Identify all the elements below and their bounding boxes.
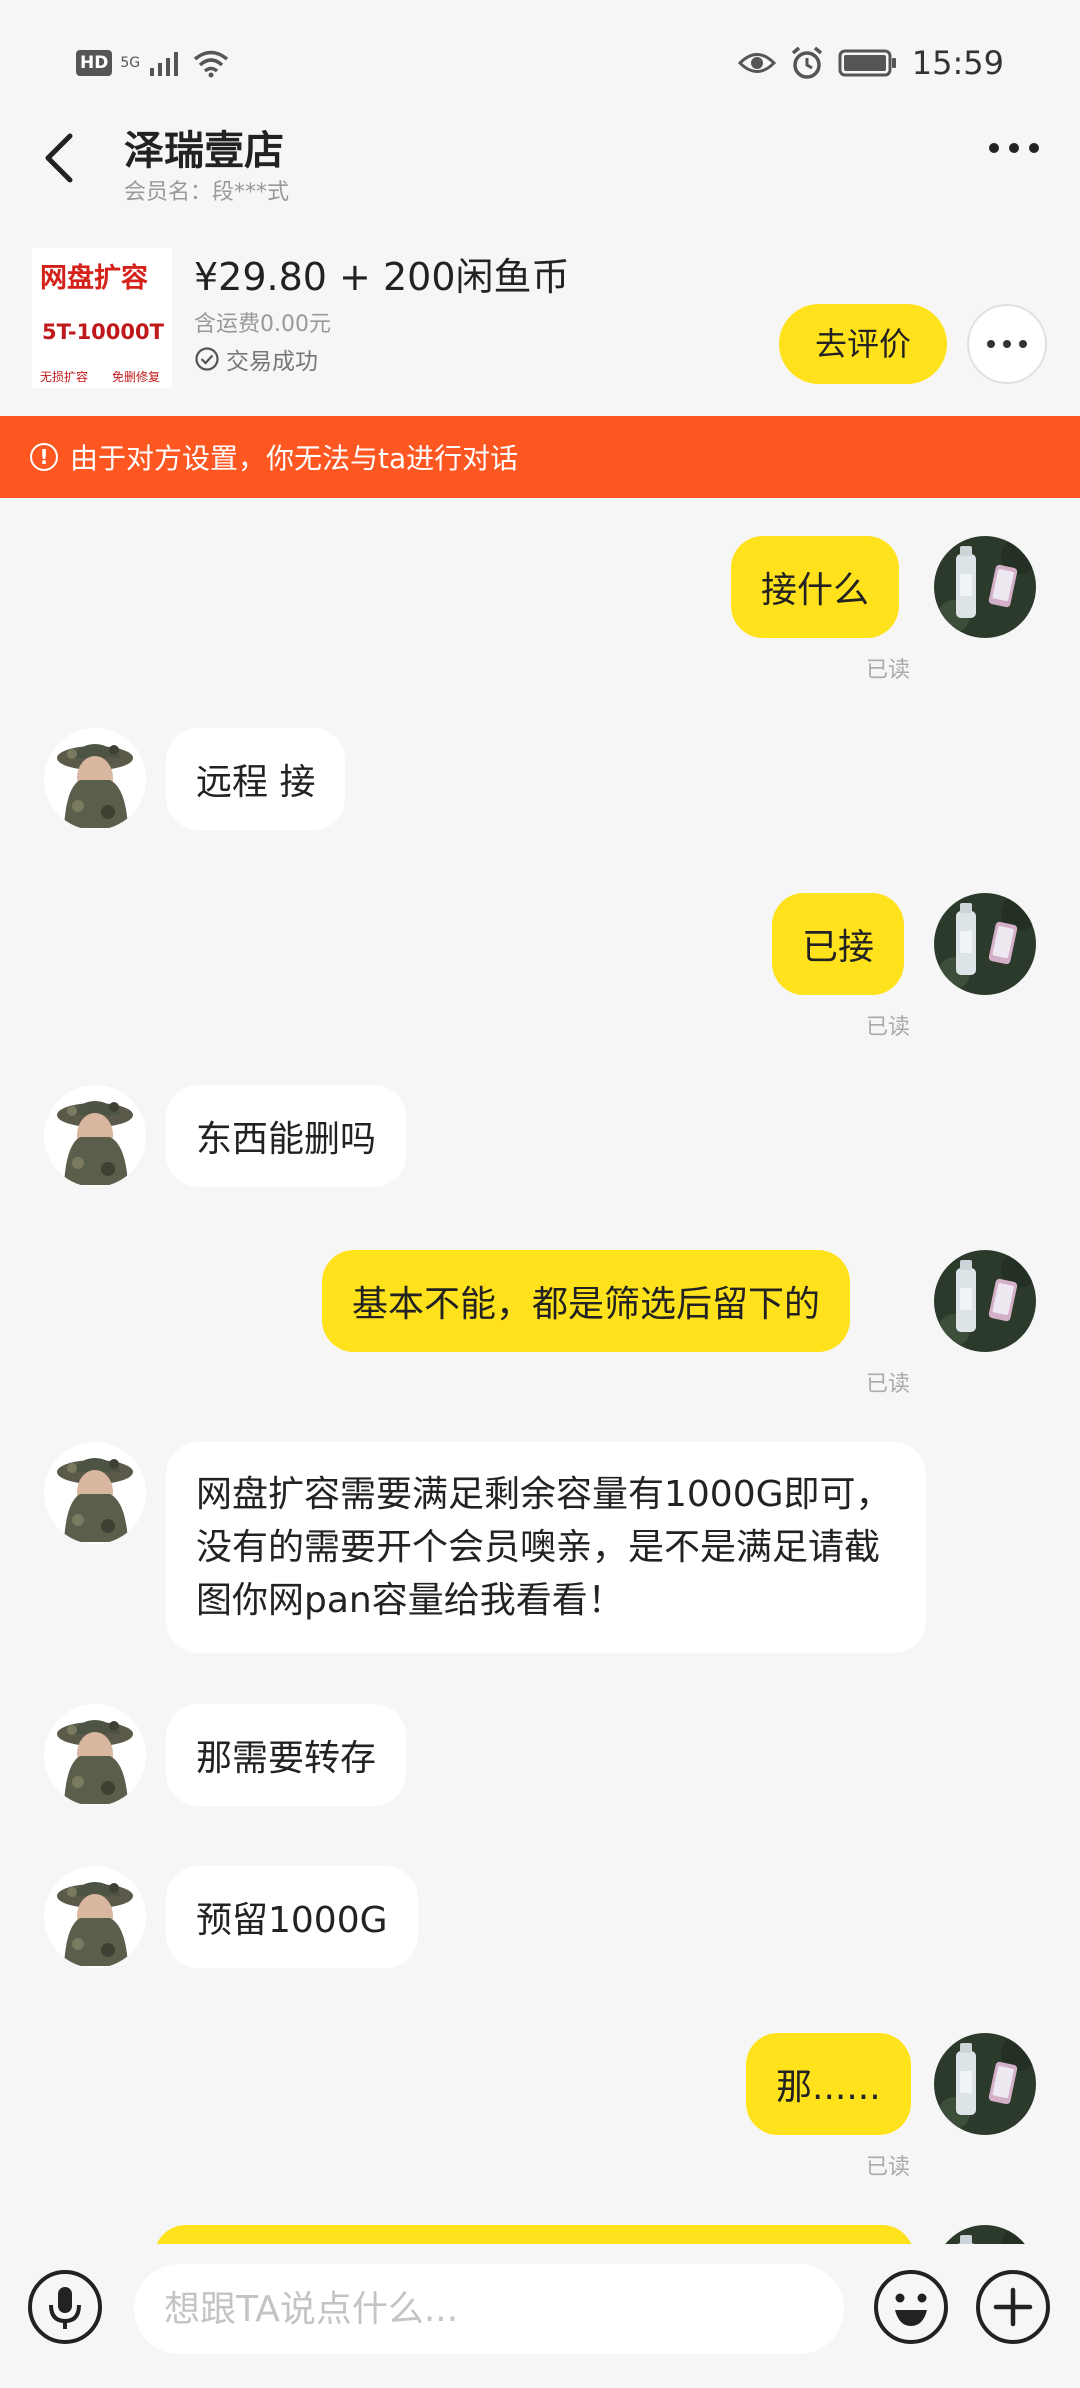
contact-avatar[interactable] [44,1704,146,1806]
contact-avatar[interactable] [44,728,146,830]
product-price: ¥29.80 + 200闲鱼币 [194,255,570,299]
voice-button[interactable] [28,2270,102,2344]
my-avatar[interactable] [934,893,1036,995]
plus-icon [993,2287,1033,2327]
thumb-tag-right: 免删修复 [112,370,161,384]
battery-icon [838,49,896,77]
status-left: HD 5G [76,48,230,78]
message-text: 那需要转存 [196,1738,377,1779]
contact-avatar[interactable] [44,1442,146,1544]
status-right: 15:59 [737,44,1004,82]
read-status: 已读 [866,2155,911,2180]
eye-icon [737,53,776,73]
page-title: 泽瑞壹店 [124,128,284,174]
input-bar [0,2244,1080,2388]
message-list[interactable]: 接什么 已读 远程 接 已接 已读 东西能删吗 基本不能，都是筛选后留下的 已读… [0,498,1080,2244]
more-icon [989,143,1039,153]
more-actions-button[interactable] [976,2270,1050,2344]
more-options-button[interactable] [986,140,1042,160]
message-text: 那...... [776,2067,881,2108]
sent-message[interactable]: 接什么 [731,536,900,638]
contact-avatar[interactable] [44,1866,146,1968]
message-text: 远程 接 [196,762,316,803]
message-text: 预留1000G [196,1900,388,1941]
warning-icon: ! [30,443,58,471]
network-type: 5G [120,55,141,71]
my-avatar[interactable] [934,536,1036,638]
emoji-icon [895,2293,927,2326]
clock: 15:59 [911,44,1004,82]
read-status: 已读 [866,1015,911,1040]
signal-icon [150,52,179,76]
emoji-button[interactable] [874,2270,948,2344]
received-message[interactable]: 网盘扩容需要满足剩余容量有1000G即可，没有的需要开个会员噢亲，是不是满足请截… [166,1442,926,1653]
message-text: 基本不能，都是筛选后留下的 [352,1284,821,1325]
thumb-title: 网盘扩容 [40,263,148,294]
received-message[interactable]: 那需要转存 [166,1704,407,1806]
status-bar: HD 5G 15:59 [0,0,1080,110]
message-text: 网盘扩容需要满足剩余容量有1000G即可，没有的需要开个会员噢亲，是不是满足请截… [196,1474,892,1621]
my-avatar[interactable] [934,1250,1036,1352]
sent-message[interactable]: 已接 [772,893,905,995]
message-text: 已接 [802,927,875,968]
chat-header: 泽瑞壹店 会员名：段***式 [0,110,1080,210]
freight-info: 含运费0.00元 [194,312,331,337]
thumb-capacity: 5T-10000T [42,320,164,344]
deal-status-text: 交易成功 [226,349,318,375]
my-avatar[interactable] [934,2033,1036,2135]
received-message[interactable]: 东西能删吗 [166,1085,407,1187]
sent-message[interactable] [154,2225,914,2244]
more-icon [987,340,1027,348]
hd-badge: HD [76,50,113,76]
message-text: 东西能删吗 [196,1119,377,1160]
member-name: 会员名：段***式 [124,180,290,205]
received-message[interactable]: 远程 接 [166,728,346,830]
product-thumbnail[interactable]: 网盘扩容 5T-10000T 无损扩容 免删修复 [32,248,172,388]
sent-message[interactable]: 那...... [746,2033,911,2135]
message-text: 接什么 [761,570,870,611]
alarm-icon [791,46,822,79]
read-status: 已读 [866,1372,911,1397]
wifi-icon [194,50,229,78]
message-input[interactable] [134,2264,844,2354]
review-button[interactable]: 去评价 [779,304,947,384]
read-status: 已读 [866,658,911,683]
contact-avatar[interactable] [44,1085,146,1187]
back-button[interactable] [40,128,80,192]
banner-text: 由于对方设置，你无法与ta进行对话 [70,442,519,475]
received-message[interactable]: 预留1000G [166,1866,418,1968]
product-card[interactable]: 网盘扩容 5T-10000T 无损扩容 免删修复 ¥29.80 + 200闲鱼币… [0,240,1080,400]
back-icon [45,133,73,183]
sent-message[interactable]: 基本不能，都是筛选后留下的 [322,1250,851,1352]
deal-status: 交易成功 [194,342,318,376]
thumb-tag-left: 无损扩容 [40,370,89,384]
my-avatar[interactable] [934,2225,1036,2244]
microphone-icon [49,2287,81,2329]
check-circle-icon [195,347,219,371]
restriction-banner: ! 由于对方设置，你无法与ta进行对话 [0,416,1080,498]
product-more-button[interactable] [967,304,1047,384]
